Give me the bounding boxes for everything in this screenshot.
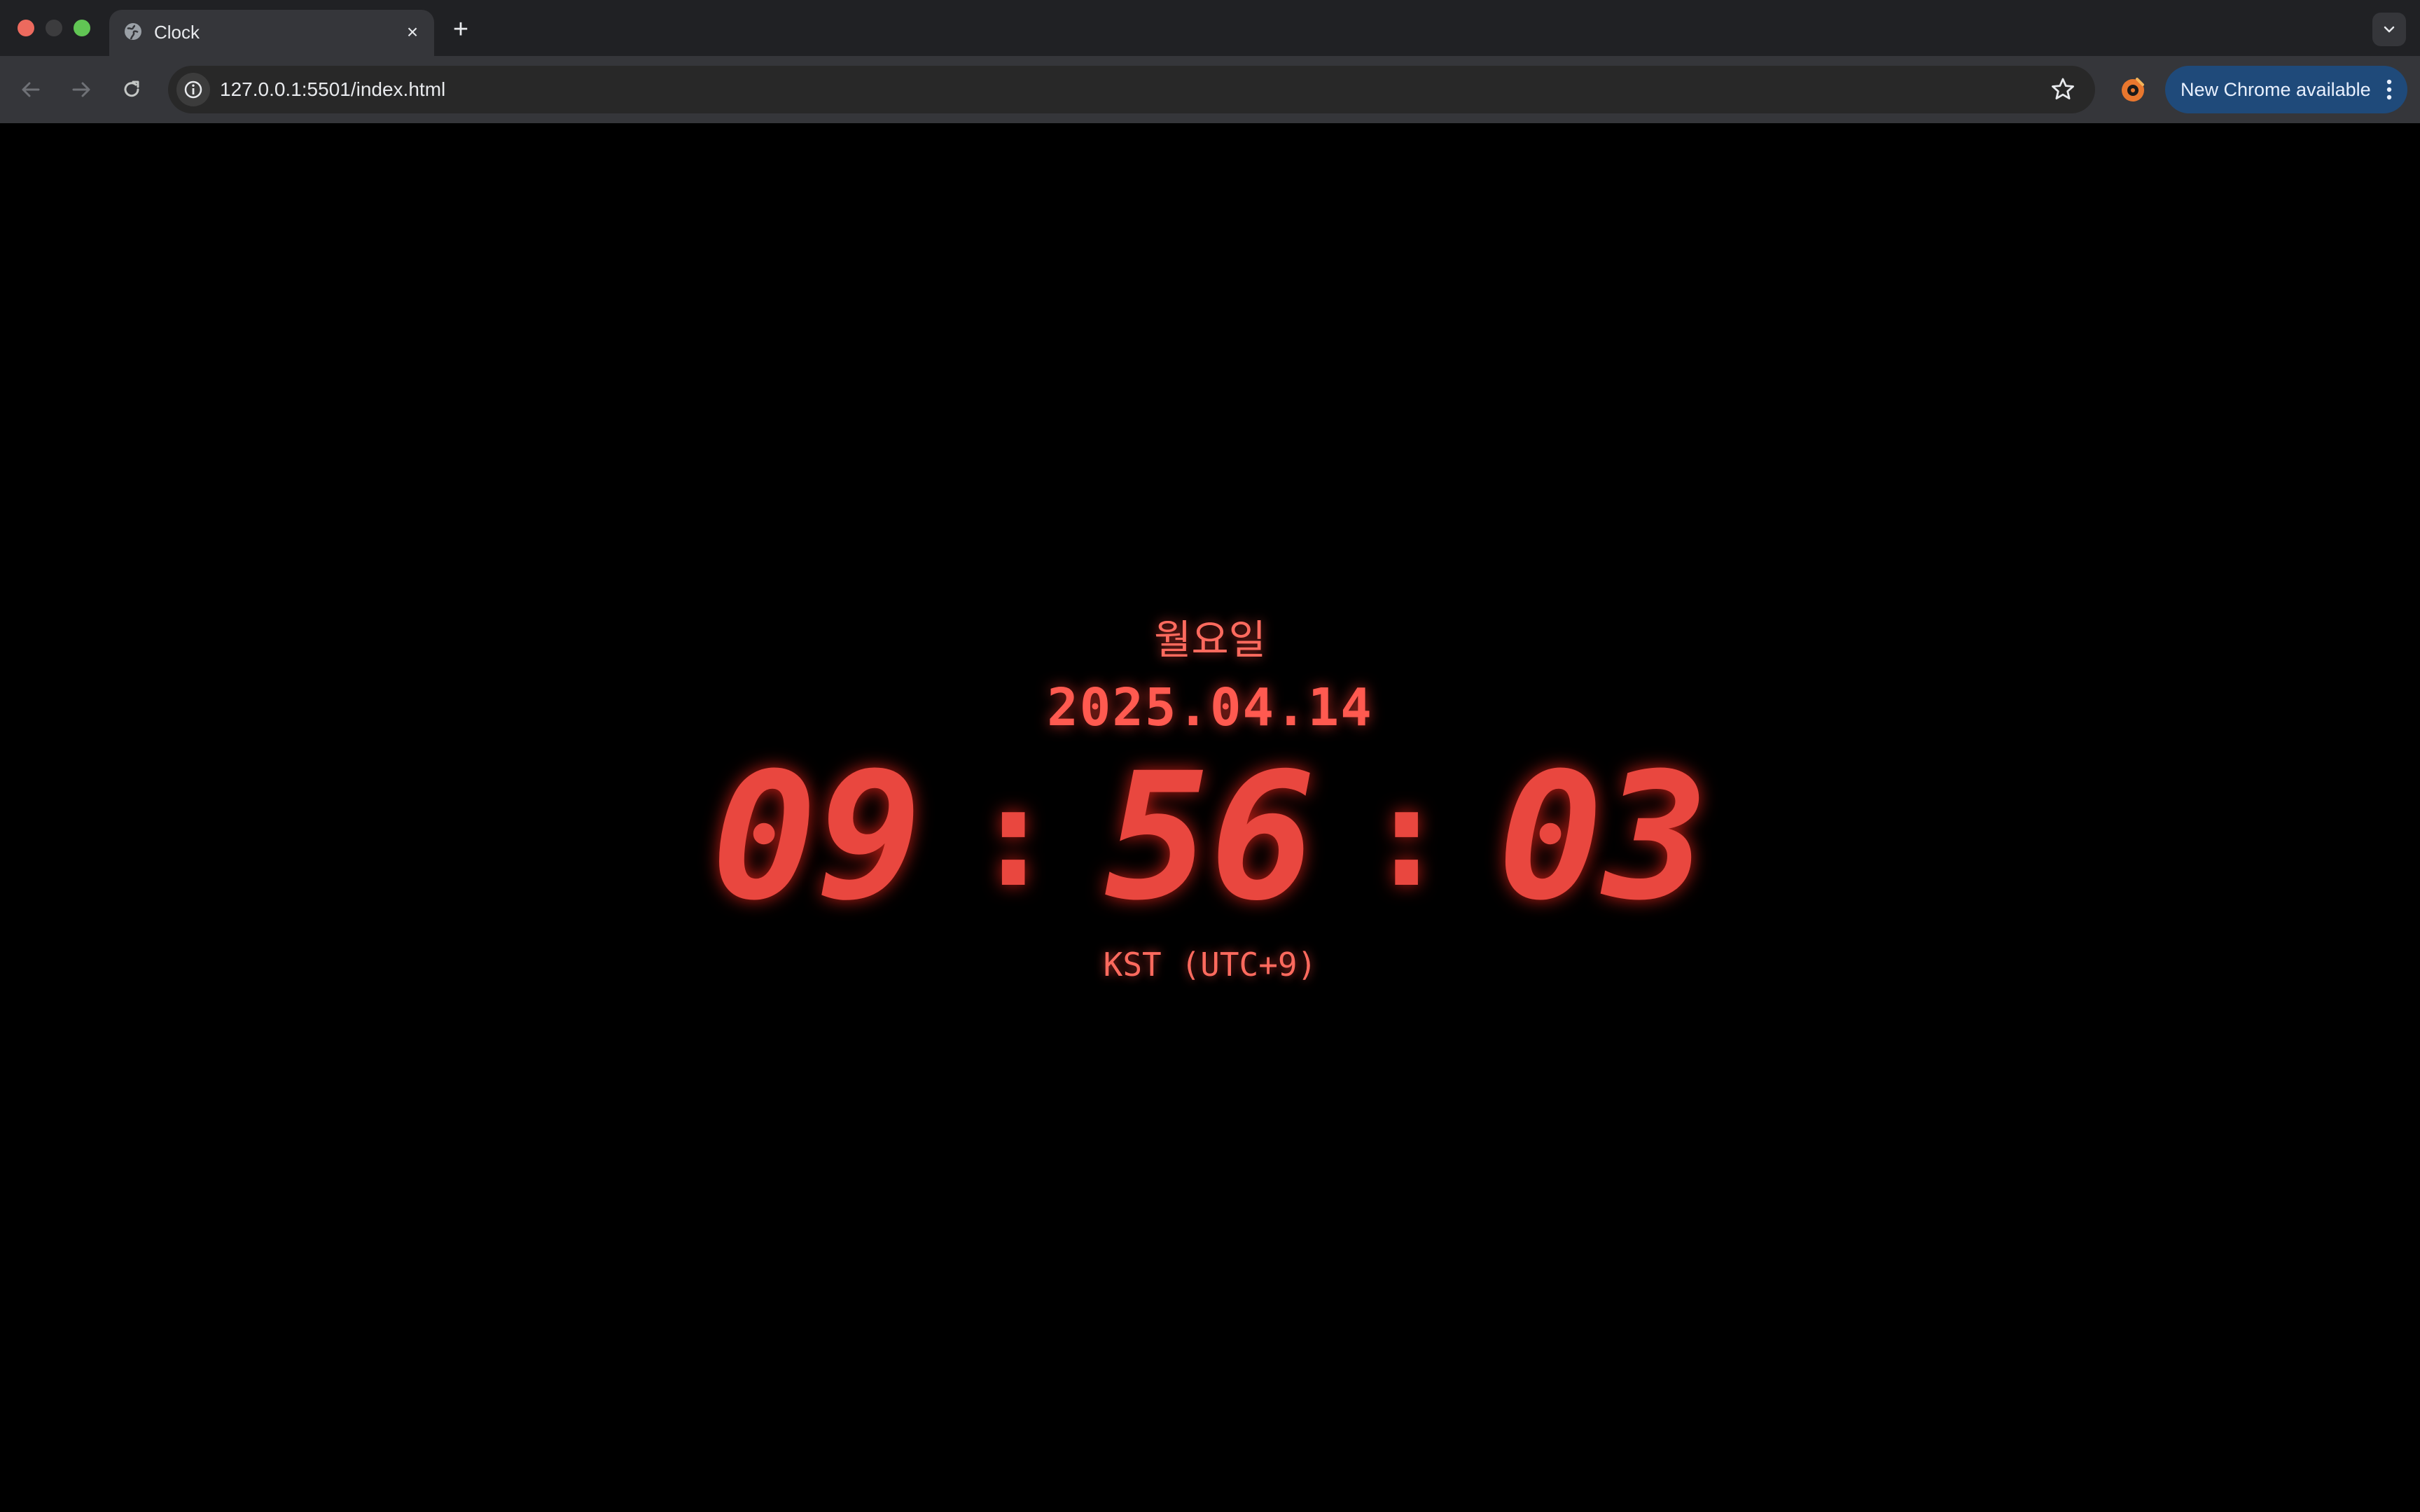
page-content: 월요일 2025.04.14 09 : 56 : 03 KST (UTC+9) — [0, 123, 2420, 1512]
time-separator: : — [1364, 755, 1449, 918]
update-label: New Chrome available — [2181, 79, 2371, 100]
bookmark-star-icon[interactable] — [2049, 76, 2077, 104]
globe-icon — [125, 23, 141, 40]
time-separator: : — [971, 755, 1056, 918]
back-button[interactable] — [14, 73, 48, 106]
chrome-update-button[interactable]: New Chrome available — [2165, 66, 2407, 113]
more-vertical-icon[interactable] — [2379, 76, 2399, 104]
window-minimize-button[interactable] — [46, 20, 62, 36]
info-icon — [184, 80, 202, 99]
reload-icon — [124, 80, 139, 97]
address-bar[interactable]: 127.0.0.1:5501/index.html — [168, 66, 2095, 113]
chevron-down-icon — [2384, 26, 2395, 33]
weekday-label: 월요일 — [1153, 616, 1267, 664]
timezone-label: KST (UTC+9) — [1103, 946, 1317, 983]
time-display: 09 : 56 : 03 — [0, 735, 2420, 939]
window-close-button[interactable] — [18, 20, 34, 36]
date-label: 2025.04.14 — [1047, 678, 1373, 738]
tab-strip: Clock × + — [0, 0, 2420, 56]
new-tab-button[interactable]: + — [447, 15, 475, 43]
browser-window: Clock × + 127.0.0.1:5501/index.html New … — [0, 0, 2420, 1512]
window-maximize-button[interactable] — [74, 20, 90, 36]
arrow-right-icon — [72, 82, 90, 97]
clock-display: 월요일 2025.04.14 09 : 56 : 03 KST (UTC+9) — [0, 613, 2420, 986]
reload-button[interactable] — [115, 73, 148, 106]
arrow-left-icon — [22, 82, 40, 97]
minutes-value: 56 — [1104, 735, 1316, 939]
seconds-value: 03 — [1497, 735, 1709, 939]
hours-value: 09 — [711, 735, 923, 939]
extension-icon[interactable] — [2116, 73, 2150, 106]
site-info-button[interactable] — [176, 73, 210, 106]
forward-button[interactable] — [64, 73, 98, 106]
url-text[interactable]: 127.0.0.1:5501/index.html — [220, 77, 445, 102]
tab-clock[interactable]: Clock × — [109, 10, 434, 56]
browser-toolbar: 127.0.0.1:5501/index.html New Chrome ava… — [0, 56, 2420, 123]
close-icon[interactable]: × — [401, 20, 424, 44]
tab-title: Clock — [154, 22, 200, 43]
tab-search-button[interactable] — [2372, 13, 2406, 46]
